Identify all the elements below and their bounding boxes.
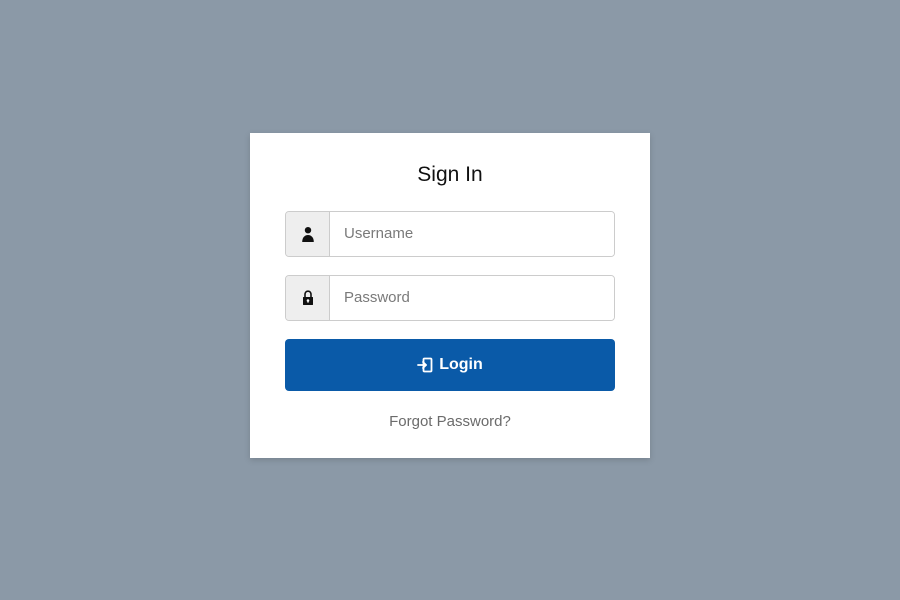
username-group <box>285 211 615 257</box>
login-button-label: Login <box>439 356 483 374</box>
lock-icon <box>286 276 330 320</box>
page-title: Sign In <box>285 163 615 187</box>
forgot-password-link[interactable]: Forgot Password? <box>285 413 615 430</box>
username-input[interactable] <box>330 212 614 256</box>
password-group <box>285 275 615 321</box>
login-arrow-icon <box>417 357 433 373</box>
password-input[interactable] <box>330 276 614 320</box>
login-card: Sign In Login <box>250 133 650 458</box>
user-icon <box>286 212 330 256</box>
login-button[interactable]: Login <box>285 339 615 391</box>
